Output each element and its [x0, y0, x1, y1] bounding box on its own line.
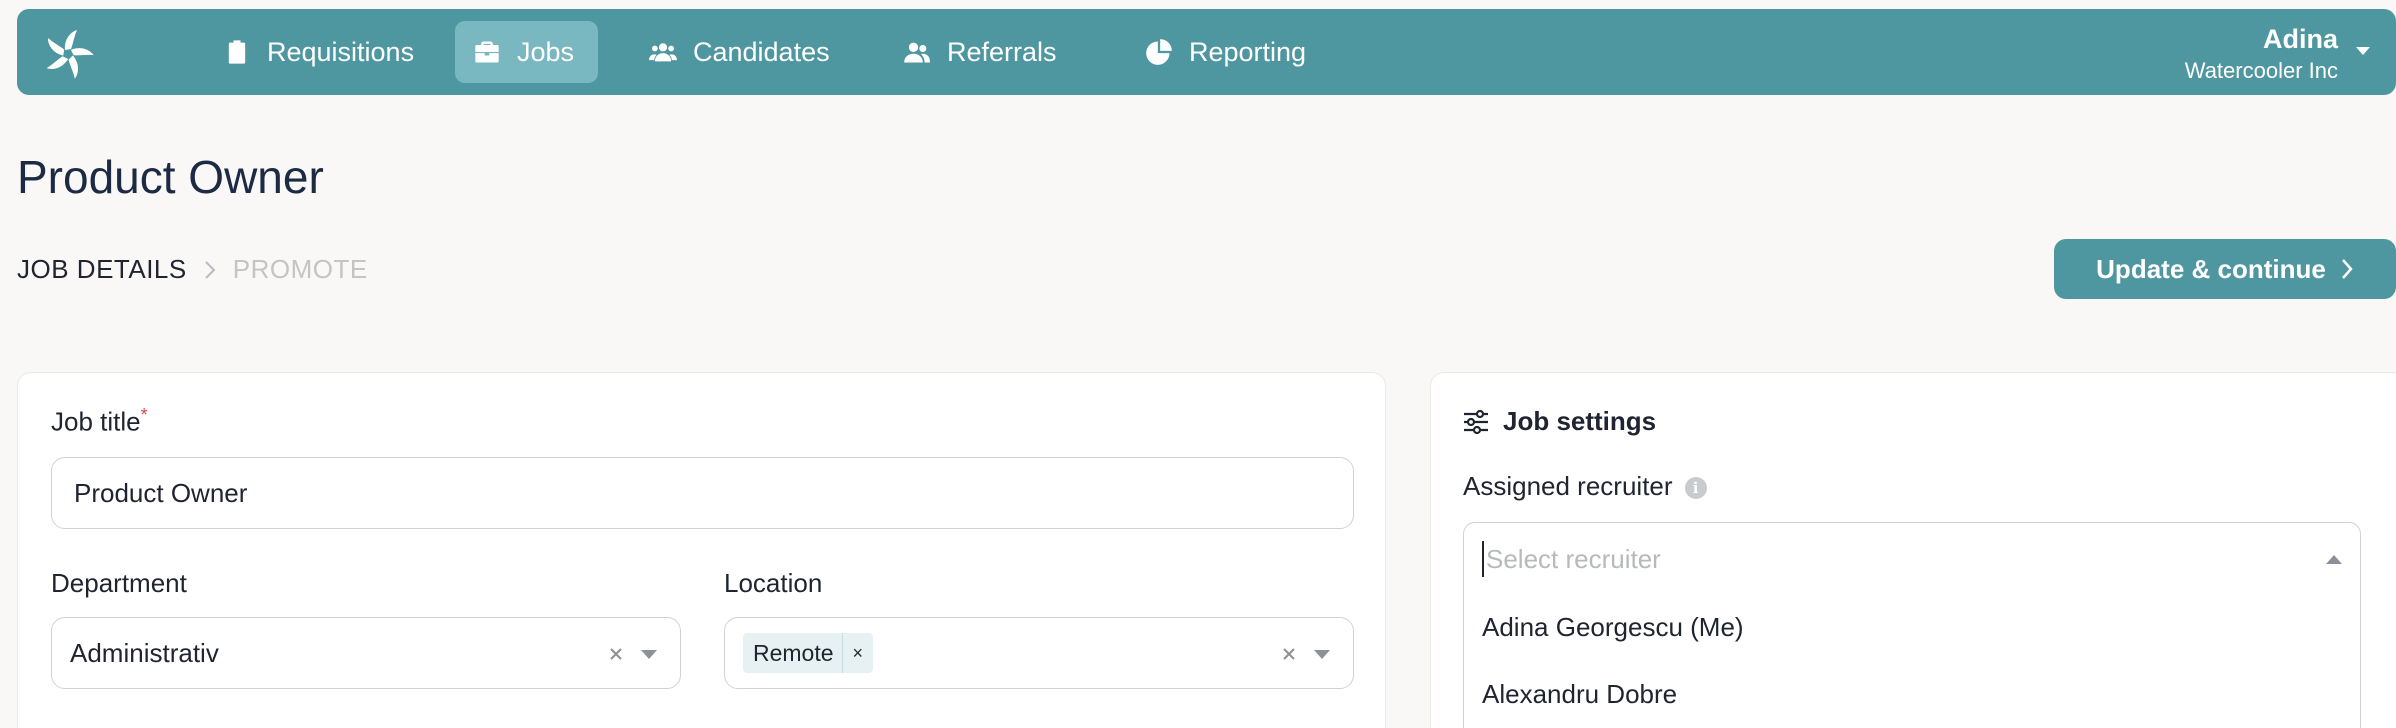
step-job-details[interactable]: JOB DETAILS — [17, 254, 187, 285]
chevron-down-icon[interactable] — [2356, 47, 2370, 55]
recruiter-option[interactable]: Alexandru Dobre — [1464, 661, 2360, 728]
location-select[interactable]: Remote × — [724, 617, 1354, 689]
user-pair-icon — [904, 42, 930, 63]
nav-label: Reporting — [1189, 36, 1307, 67]
job-details-card: Job title* Department Administrativ Loca… — [17, 372, 1386, 728]
user-menu[interactable]: Adina Watercooler Inc — [2185, 21, 2338, 85]
users-icon — [649, 43, 677, 62]
chevron-right-icon — [205, 260, 216, 279]
info-icon[interactable]: i — [1684, 477, 1707, 500]
page-title: Product Owner — [17, 151, 324, 203]
clear-icon[interactable] — [1282, 647, 1296, 661]
assigned-recruiter-label: Assigned recruiter i — [1463, 471, 1707, 502]
step-promote[interactable]: PROMOTE — [233, 254, 368, 285]
location-label: Location — [724, 568, 823, 598]
remove-tag-icon[interactable]: × — [841, 633, 874, 673]
pie-chart-icon — [1146, 39, 1172, 65]
recruiter-dropdown: Adina Georgescu (Me) Alexandru Dobre — [1463, 593, 2361, 728]
clear-icon[interactable] — [609, 647, 623, 661]
department-select[interactable]: Administrativ — [51, 617, 681, 689]
chevron-down-icon[interactable] — [1314, 650, 1330, 659]
nav-reporting[interactable]: Reporting — [1127, 21, 1330, 83]
job-settings-title: Job settings — [1503, 406, 1657, 436]
nav-requisitions[interactable]: Requisitions — [205, 21, 438, 83]
job-settings-card: Job settings Assigned recruiter i Adina G… — [1430, 372, 2396, 728]
recruiter-option[interactable]: Adina Georgescu (Me) — [1464, 594, 2360, 661]
sliders-icon — [1464, 409, 1488, 434]
chevron-up-icon[interactable] — [2326, 555, 2342, 564]
required-marker: * — [140, 405, 148, 425]
job-settings-heading: Job settings — [1463, 406, 1656, 437]
job-title-label: Job title* — [51, 405, 148, 438]
department-label: Department — [51, 568, 187, 598]
chevron-right-icon — [2341, 259, 2353, 279]
chevron-down-icon[interactable] — [641, 650, 657, 659]
recruiter-select[interactable] — [1463, 522, 2361, 594]
location-tag-label: Remote — [753, 639, 834, 666]
update-continue-label: Update & continue — [2096, 253, 2326, 284]
nav-label: Referrals — [947, 36, 1057, 67]
nav-label: Jobs — [517, 36, 575, 67]
top-navigation: Requisitions Jobs Candidates Referrals R… — [17, 9, 2396, 95]
update-continue-button[interactable]: Update & continue — [2054, 239, 2396, 299]
department-value: Administrativ — [70, 637, 219, 668]
briefcase-icon — [475, 41, 499, 63]
nav-candidates[interactable]: Candidates — [631, 21, 854, 83]
recruiter-search-input[interactable] — [1482, 541, 2262, 577]
assigned-recruiter-text: Assigned recruiter — [1463, 471, 1673, 501]
job-title-label-text: Job title — [51, 406, 141, 437]
location-tag: Remote × — [743, 633, 874, 673]
breadcrumb: JOB DETAILS PROMOTE — [17, 254, 368, 285]
user-organization: Watercooler Inc — [2184, 58, 2338, 83]
company-logo-icon[interactable] — [41, 27, 95, 81]
user-name: Adina — [2262, 24, 2338, 54]
nav-jobs[interactable]: Jobs — [455, 21, 599, 83]
nav-label: Candidates — [693, 36, 830, 67]
clipboard-icon — [228, 40, 246, 64]
nav-referrals[interactable]: Referrals — [885, 21, 1081, 83]
nav-label: Requisitions — [267, 36, 415, 67]
job-title-input[interactable] — [51, 457, 1354, 529]
